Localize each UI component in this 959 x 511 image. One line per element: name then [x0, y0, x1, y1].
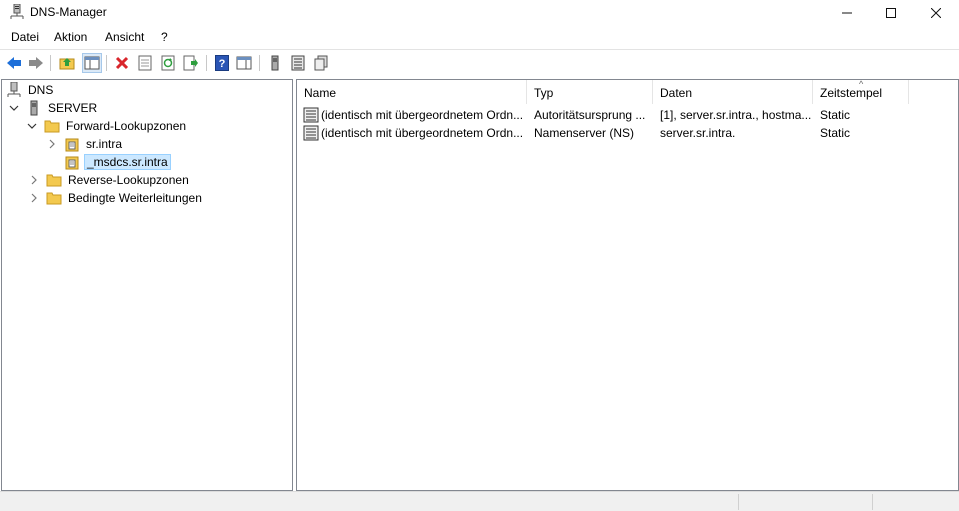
tree-label-forward-zones: Forward-Lookupzonen: [66, 119, 187, 133]
menu-bar: Datei Aktion Ansicht ?: [0, 28, 959, 48]
tree-item-server[interactable]: SERVER: [8, 99, 99, 117]
forward-button[interactable]: [27, 54, 45, 72]
minimize-button[interactable]: [824, 0, 870, 26]
column-header-type[interactable]: Typ: [527, 80, 653, 104]
sort-ascending-icon: ^: [859, 79, 864, 89]
tree-item-zone-sr-intra[interactable]: sr.intra: [46, 135, 124, 153]
column-header-name[interactable]: Name: [297, 80, 527, 104]
export-list-button[interactable]: [182, 54, 200, 72]
tree-label-zone-sr-intra: sr.intra: [86, 137, 123, 151]
cell-data: [1], server.sr.intra., hostma...: [660, 108, 812, 122]
tree-label-zone-msdcs: _msdcs.sr.intra: [84, 154, 171, 170]
dns-icon: [6, 82, 22, 98]
help-icon: ?: [215, 55, 229, 71]
properties-icon: [138, 55, 152, 71]
delete-icon: [115, 56, 129, 70]
cell-data: server.sr.intra.: [660, 126, 736, 140]
tree-label-server: SERVER: [48, 101, 98, 115]
back-icon: [7, 57, 21, 69]
cell-type: Namenserver (NS): [534, 126, 635, 140]
close-icon: [931, 8, 941, 18]
server-button[interactable]: [266, 54, 284, 72]
tree-label-dns: DNS: [28, 83, 54, 97]
menu-aktion[interactable]: Aktion: [54, 30, 87, 44]
zone-icon: [64, 154, 80, 170]
folder-icon: [46, 190, 62, 206]
chevron-down-icon[interactable]: [8, 102, 20, 114]
help-button[interactable]: ?: [213, 54, 231, 72]
action-pane-icon: [236, 56, 252, 70]
records-list-pane[interactable]: Name Typ Daten Zeitstempel ^ (identisch …: [296, 79, 959, 491]
show-hide-tree-icon: [84, 56, 100, 70]
window-title: DNS-Manager: [30, 5, 107, 19]
zone-icon: [64, 136, 80, 152]
toolbar: ?: [0, 49, 959, 76]
action-pane-button[interactable]: [235, 54, 253, 72]
cell-timestamp: Static: [820, 126, 851, 140]
tree-item-conditional-forwarders[interactable]: Bedingte Weiterleitungen: [28, 189, 204, 207]
folder-icon: [46, 172, 62, 188]
table-row[interactable]: (identisch mit übergeordnetem Ordn... Au…: [297, 106, 958, 124]
folder-icon: [44, 118, 60, 134]
properties-button[interactable]: [136, 54, 154, 72]
cell-type: Autoritätsursprung ...: [534, 108, 646, 122]
server-icon: [26, 100, 42, 116]
up-folder-icon: [59, 58, 75, 70]
menu-ansicht[interactable]: Ansicht: [105, 30, 144, 44]
up-folder-button[interactable]: [58, 54, 76, 72]
column-header-data[interactable]: Daten: [653, 80, 813, 104]
list-header: Name Typ Daten Zeitstempel ^: [297, 79, 958, 104]
chevron-right-icon[interactable]: [46, 138, 58, 150]
back-button[interactable]: [5, 54, 23, 72]
chevron-right-icon[interactable]: [28, 174, 40, 186]
close-button[interactable]: [913, 0, 959, 26]
cell-name: (identisch mit übergeordnetem Ordn...: [321, 108, 524, 122]
menu-datei[interactable]: Datei: [11, 30, 39, 44]
record-list-button[interactable]: [289, 54, 307, 72]
dns-manager-icon: [10, 3, 24, 20]
tree-label-reverse-zones: Reverse-Lookupzonen: [68, 173, 189, 187]
record-icon: [303, 107, 319, 123]
delete-button[interactable]: [113, 54, 131, 72]
tree-label-conditional-forwarders: Bedingte Weiterleitungen: [68, 191, 202, 205]
refresh-button[interactable]: [159, 54, 177, 72]
cell-timestamp: Static: [820, 108, 851, 122]
chevron-down-icon[interactable]: [26, 120, 38, 132]
tree-pane[interactable]: DNS SERVER Forward-Lookupzonen sr.intra: [1, 79, 293, 491]
tree-item-dns[interactable]: DNS: [6, 81, 55, 99]
copy-button[interactable]: [312, 54, 330, 72]
record-icon: [303, 125, 319, 141]
chevron-right-icon[interactable]: [28, 192, 40, 204]
status-bar: [0, 491, 959, 511]
forward-icon: [29, 57, 43, 69]
refresh-icon: [161, 55, 175, 71]
minimize-icon: [842, 12, 852, 14]
menu-help[interactable]: ?: [161, 30, 168, 44]
title-bar: DNS-Manager: [0, 0, 959, 26]
tree-item-zone-msdcs[interactable]: _msdcs.sr.intra: [64, 153, 171, 171]
maximize-button[interactable]: [868, 0, 914, 26]
maximize-icon: [886, 8, 896, 18]
tree-item-reverse-zones[interactable]: Reverse-Lookupzonen: [28, 171, 191, 189]
copy-icon: [314, 55, 328, 71]
server-icon: [271, 55, 279, 71]
show-hide-tree-button[interactable]: [82, 53, 102, 73]
svg-text:?: ?: [219, 58, 226, 70]
record-list-icon: [291, 55, 305, 71]
tree-item-forward-zones[interactable]: Forward-Lookupzonen: [26, 117, 188, 135]
cell-name: (identisch mit übergeordnetem Ordn...: [321, 126, 524, 140]
table-row[interactable]: (identisch mit übergeordnetem Ordn... Na…: [297, 124, 958, 142]
export-list-icon: [183, 55, 198, 71]
